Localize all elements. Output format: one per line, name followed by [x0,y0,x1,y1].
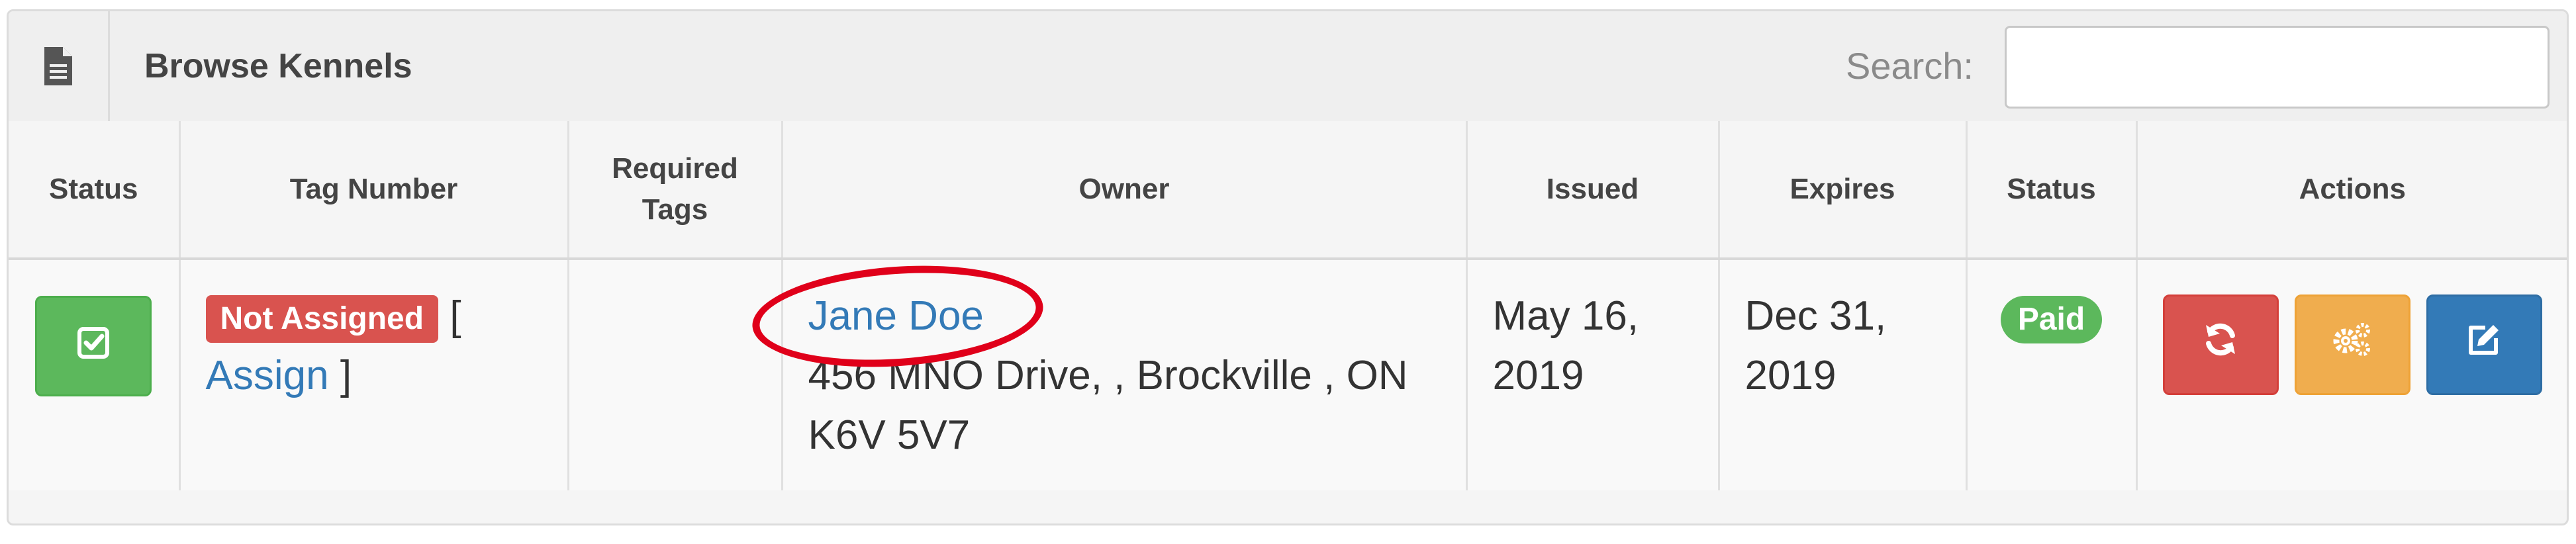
kennels-panel: Browse Kennels Search: Status Tag Number… [7,9,2569,525]
renew-icon [2202,315,2239,375]
column-header-status[interactable]: Status [9,121,181,260]
table-header-row: Status Tag Number Required Tags Owner Is… [9,121,2567,260]
search-label: Search: [1846,45,1974,87]
status-toggle-button[interactable] [35,296,152,396]
column-header-issued[interactable]: Issued [1466,121,1720,260]
edit-icon [2465,315,2503,375]
kennels-table: Status Tag Number Required Tags Owner Is… [9,121,2567,490]
renew-button[interactable] [2162,295,2279,395]
owner-address: 456 MNO Drive, , Brockville , ON K6V 5V7 [808,353,1408,458]
settings-icon [2331,315,2373,375]
expires-cell: Dec 31, 2019 [1719,259,1968,490]
file-icon [9,11,110,121]
column-header-owner[interactable]: Owner [782,121,1468,260]
search-input[interactable] [2005,26,2550,109]
column-header-required-tags[interactable]: Required Tags [568,121,783,260]
status-cell [9,259,181,490]
actions-cell [2136,259,2567,490]
tag-number-cell: Not Assigned [ Assign ] [179,259,569,490]
assign-link[interactable]: Assign [206,353,329,398]
column-header-actions: Actions [2136,121,2567,260]
table-row: Not Assigned [ Assign ] Jane Doe 456 MNO… [9,256,2567,490]
paid-badge: Paid [2000,296,2103,343]
required-tags-cell [568,259,783,490]
issued-cell: May 16, 2019 [1466,259,1720,490]
check-square-icon [77,316,110,376]
owner-name-link[interactable]: Jane Doe [808,293,984,339]
owner-cell: Jane Doe 456 MNO Drive, , Brockville , O… [748,256,1468,490]
bracket-open: [ [450,293,461,339]
settings-button[interactable] [2294,295,2410,395]
column-header-tag-number[interactable]: Tag Number [179,121,569,260]
column-header-expires[interactable]: Expires [1719,121,1968,260]
edit-button[interactable] [2426,295,2543,395]
bracket-close: ] [340,353,352,398]
payment-status-cell: Paid [1966,259,2138,490]
panel-header: Browse Kennels Search: [9,11,2567,123]
panel-title: Browse Kennels [144,47,412,85]
column-header-payment-status[interactable]: Status [1966,121,2138,260]
not-assigned-badge: Not Assigned [205,295,439,343]
